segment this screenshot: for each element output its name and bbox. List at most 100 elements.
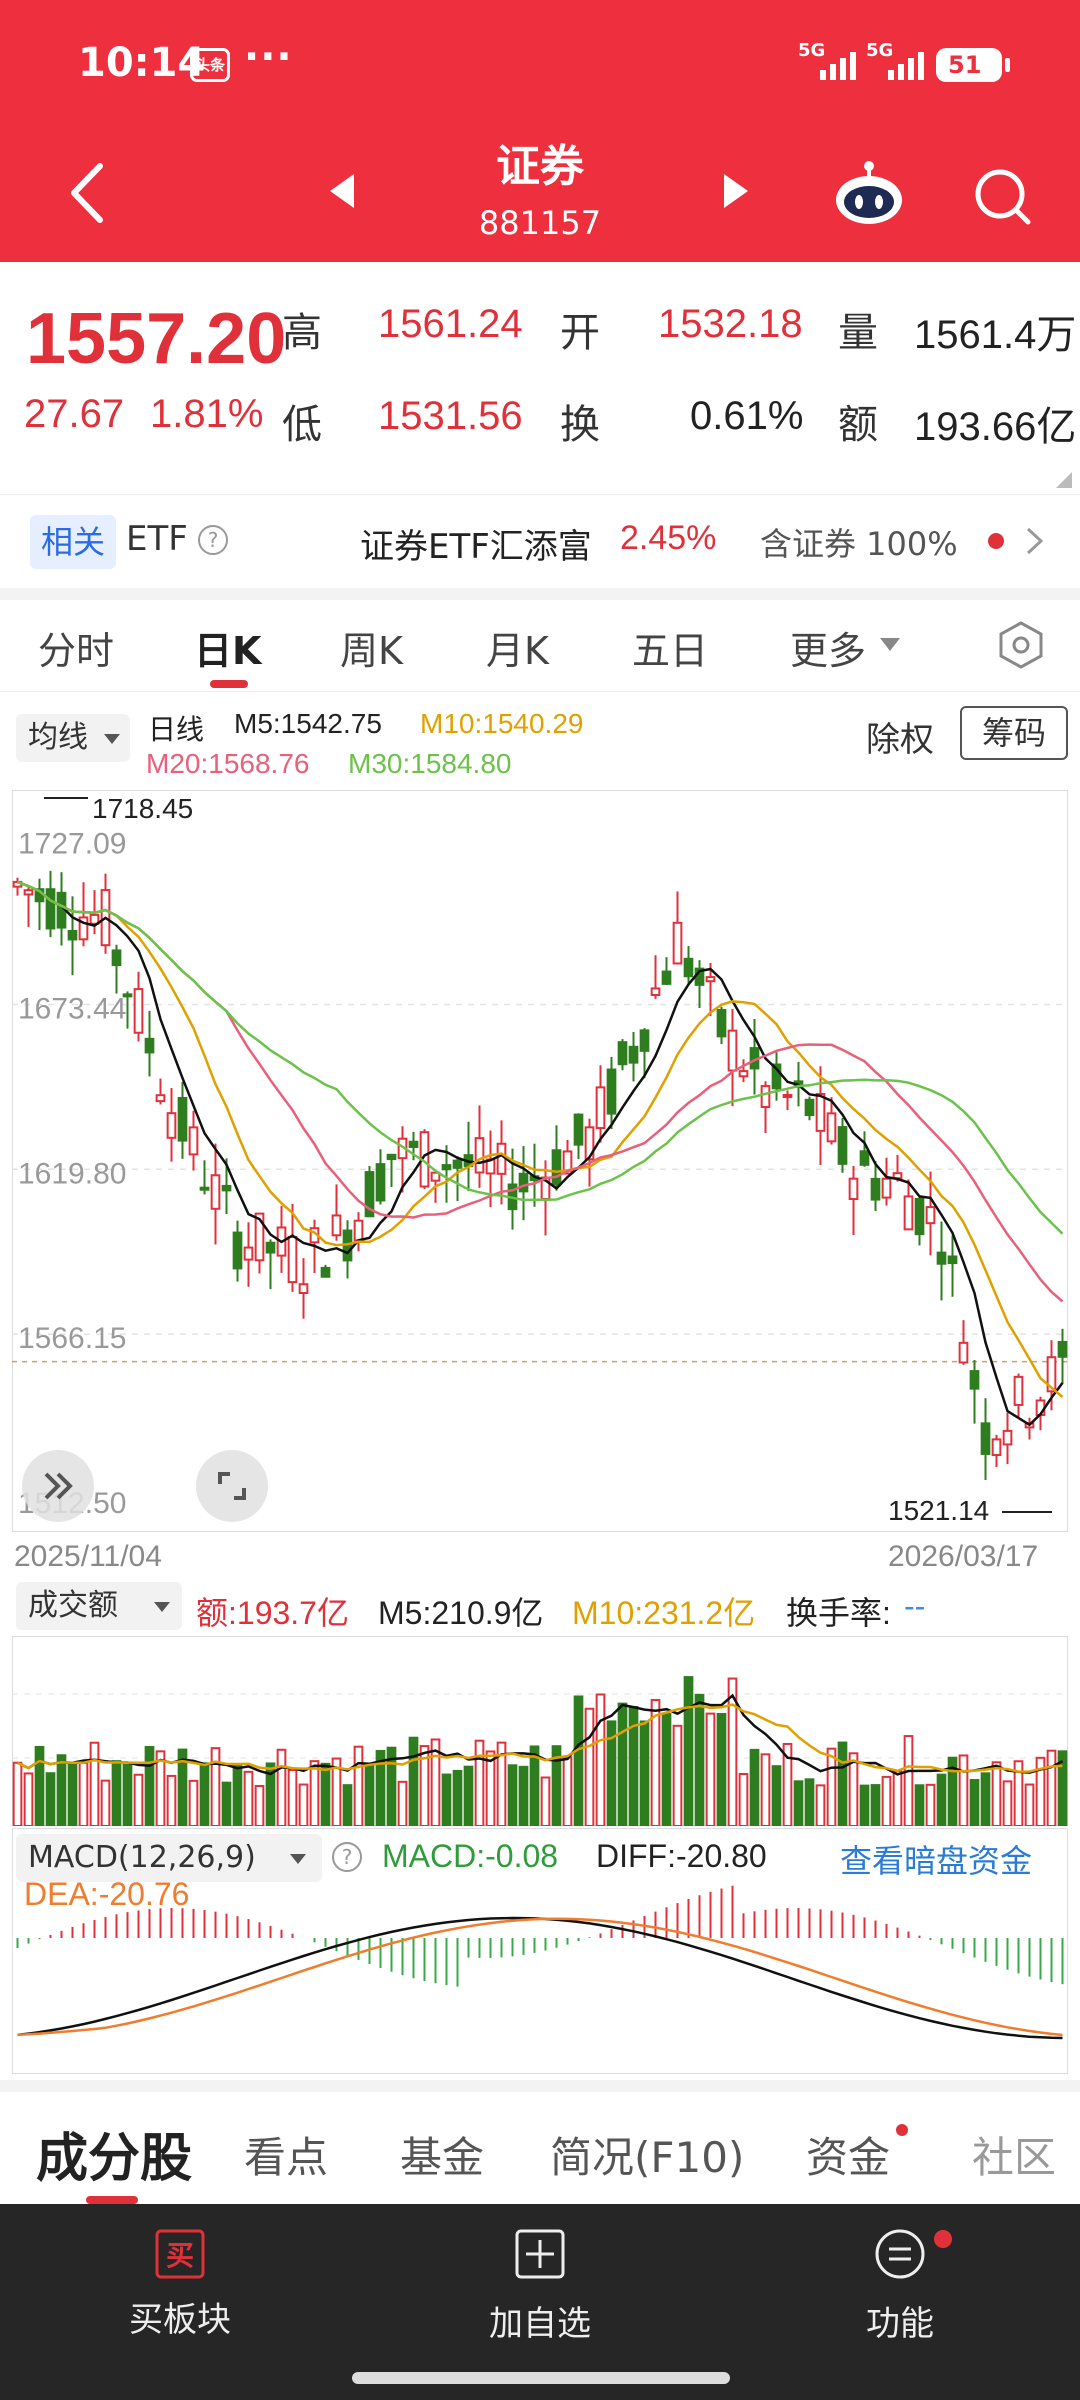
candle bbox=[221, 1184, 232, 1192]
related-etf-bar[interactable]: 相关 ETF ? 证券ETF汇添富 2.45% 含证券 100% bbox=[0, 494, 1080, 588]
price-change: 27.67 bbox=[24, 392, 125, 436]
candle bbox=[650, 987, 661, 996]
candle bbox=[947, 1255, 958, 1265]
add-icon bbox=[515, 2229, 565, 2279]
tab-intraday[interactable]: 分时 bbox=[38, 620, 114, 675]
tab-f10[interactable]: 简况(F10) bbox=[550, 2124, 744, 2185]
candle bbox=[122, 993, 133, 998]
volume-bar bbox=[639, 1720, 650, 1826]
candle bbox=[738, 1070, 749, 1078]
robot-assistant-icon[interactable] bbox=[834, 160, 904, 226]
volume-bar bbox=[408, 1736, 419, 1826]
chart-frame bbox=[12, 790, 1068, 1532]
ma10-value: M10:1540.29 bbox=[420, 708, 584, 739]
volume-bar bbox=[276, 1748, 287, 1826]
related-tag: 相关 bbox=[30, 515, 116, 569]
tab-community[interactable]: 社区 bbox=[972, 2124, 1056, 2185]
volume-bar bbox=[518, 1765, 529, 1826]
volume-bar bbox=[749, 1748, 760, 1826]
volume-bar bbox=[661, 1713, 672, 1826]
search-icon[interactable] bbox=[970, 164, 1034, 228]
volume-bar bbox=[584, 1707, 595, 1826]
volume-bar bbox=[925, 1783, 936, 1826]
candle bbox=[991, 1438, 1002, 1457]
candle bbox=[232, 1231, 243, 1270]
volume-m10: M10:231.2亿 bbox=[572, 1595, 756, 1631]
amount-label: 额 bbox=[838, 402, 878, 448]
tab-daily-k[interactable]: 日K bbox=[194, 620, 261, 675]
volume-bar bbox=[936, 1773, 947, 1826]
chevron-right-icon[interactable] bbox=[1024, 526, 1046, 556]
next-stock-button[interactable] bbox=[724, 174, 748, 208]
macd-value: MACD:-0.08 bbox=[382, 1838, 559, 1874]
volume-bar bbox=[166, 1774, 177, 1826]
settings-icon[interactable] bbox=[996, 620, 1046, 670]
candle bbox=[45, 888, 56, 930]
volume-bar bbox=[309, 1760, 320, 1826]
fullscreen-button[interactable] bbox=[196, 1450, 268, 1522]
buy-sector-button[interactable]: 买 买板块 bbox=[80, 2228, 280, 2341]
status-time: 10:14 bbox=[78, 40, 206, 86]
home-indicator[interactable] bbox=[352, 2372, 730, 2384]
content-tabs: 成分股 看点 基金 简况(F10) 资金 社区 bbox=[0, 2092, 1080, 2204]
tab-five-day[interactable]: 五日 bbox=[632, 620, 708, 675]
menu-circle-icon bbox=[875, 2229, 925, 2279]
volume-amount: 额:193.7亿 bbox=[196, 1595, 349, 1631]
battery-icon: 51 bbox=[936, 48, 1010, 82]
expand-sidebar-button[interactable] bbox=[22, 1450, 94, 1522]
help-icon[interactable]: ? bbox=[332, 1842, 362, 1872]
candle bbox=[320, 1266, 331, 1278]
volume-bar bbox=[716, 1712, 727, 1826]
candle bbox=[980, 1422, 991, 1455]
volume-bar bbox=[133, 1773, 144, 1826]
add-watchlist-button[interactable]: 加自选 bbox=[440, 2228, 640, 2345]
high-marker-label: 1718.45 bbox=[92, 793, 193, 824]
macd-selector-button[interactable]: MACD(12,26,9) bbox=[16, 1834, 322, 1882]
tab-capital[interactable]: 资金 bbox=[806, 2124, 890, 2185]
candle bbox=[375, 1163, 386, 1202]
buy-sector-label: 买板块 bbox=[129, 2300, 231, 2340]
candle bbox=[903, 1195, 914, 1231]
functions-button[interactable]: 功能 bbox=[800, 2228, 1000, 2345]
quote-panel: 1557.20 27.67 1.81% 高 1561.24 开 1532.18 … bbox=[0, 262, 1080, 494]
volume-bar bbox=[793, 1780, 804, 1826]
diff-value: DIFF:-20.80 bbox=[596, 1838, 767, 1874]
volume-bar bbox=[111, 1760, 122, 1826]
candle bbox=[848, 1177, 859, 1201]
expand-corner-icon[interactable] bbox=[1056, 472, 1072, 488]
candle bbox=[452, 1159, 463, 1169]
candle bbox=[298, 1283, 309, 1294]
functions-label: 功能 bbox=[866, 2304, 934, 2344]
candle bbox=[243, 1246, 254, 1261]
page-title: 证券 bbox=[496, 141, 584, 192]
tab-weekly-k[interactable]: 周K bbox=[340, 620, 403, 675]
chip-distribution-button[interactable]: 筹码 bbox=[960, 706, 1068, 760]
macd-legend: MACD(12,26,9) ? MACD:-0.08 DIFF:-20.80 查… bbox=[0, 1830, 1080, 1930]
etf-label: ETF bbox=[126, 519, 188, 559]
tab-funds[interactable]: 基金 bbox=[400, 2124, 484, 2185]
tab-highlights[interactable]: 看点 bbox=[244, 2124, 328, 2185]
tab-more[interactable]: 更多 bbox=[790, 620, 866, 675]
candlestick-chart[interactable]: 1727.091673.441619.801566.151512.501718.… bbox=[12, 790, 1068, 1532]
candle bbox=[727, 1029, 738, 1072]
more-notifications-icon: ··· bbox=[244, 34, 293, 80]
price-change-pct: 1.81% bbox=[150, 392, 264, 436]
ex-rights-toggle[interactable]: 除权 bbox=[866, 712, 934, 761]
candle bbox=[474, 1137, 485, 1174]
candle bbox=[969, 1370, 980, 1390]
help-icon[interactable]: ? bbox=[198, 525, 228, 555]
stock-code: 881157 bbox=[478, 204, 602, 242]
tab-constituents[interactable]: 成分股 bbox=[36, 2116, 192, 2191]
tab-monthly-k[interactable]: 月K bbox=[486, 620, 549, 675]
high-value: 1561.24 bbox=[378, 302, 523, 346]
volume-chart[interactable] bbox=[12, 1636, 1068, 1826]
volume-bar bbox=[672, 1724, 683, 1826]
volume-bar bbox=[254, 1784, 265, 1826]
volume-selector-button[interactable]: 成交额 bbox=[16, 1582, 182, 1630]
status-bar: 10:14 头条 ··· 5G 5G 51 bbox=[0, 0, 1080, 130]
y-tick-label: 1673.44 bbox=[18, 992, 126, 1025]
volume-bar bbox=[287, 1769, 298, 1826]
dark-pool-link[interactable]: 查看暗盘资金 bbox=[840, 1836, 1032, 1882]
ma-selector-label: 均线 bbox=[28, 720, 88, 755]
ma-selector-button[interactable]: 均线 bbox=[16, 714, 130, 762]
